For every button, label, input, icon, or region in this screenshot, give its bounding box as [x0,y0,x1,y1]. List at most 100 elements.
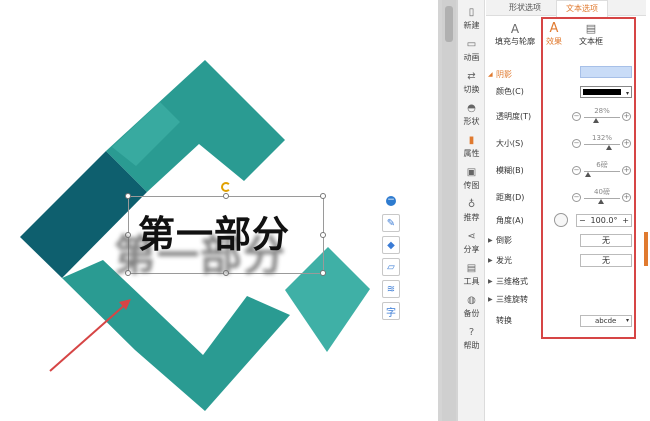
glow-row[interactable]: ▶ 发光 无 [488,254,640,268]
3d-rotation-label: 三维旋转 [496,295,528,304]
properties-icon: ▮ [468,135,475,146]
text-fill-icon: A [510,22,520,36]
strip-item-transition[interactable]: ⇄ 切换 [458,68,485,102]
distance-slider[interactable]: − 40磅 + [572,188,632,204]
strip-label: 帮助 [463,341,480,350]
recommend-icon: ♁ [467,199,476,210]
3d-format-label: 三维格式 [496,277,528,286]
reflection-preset-button[interactable]: 无 [580,234,632,247]
strip-item-properties[interactable]: ▮ 属性 [458,132,485,166]
text-wrap-icon[interactable]: 字 [382,302,400,320]
outline-pen-icon[interactable]: ▱ [382,258,400,276]
resize-handle-br[interactable] [320,270,326,276]
slide[interactable]: 第一部分 第一部分 − ✎ ◆ ▱ ≋ 字 [0,0,438,421]
transform-dropdown[interactable]: abcde ▾ [580,315,632,327]
layers-icon[interactable]: ≋ [382,280,400,298]
subtab-effect[interactable]: A 效果 [543,22,565,47]
edit-shape-icon[interactable]: ✎ [382,214,400,232]
slide-title-text[interactable]: 第一部分 [138,204,290,258]
increase-icon[interactable]: + [622,139,631,148]
increase-icon[interactable]: + [622,193,631,202]
panel-tab-bar: 形状选项 文本选项 [486,0,646,17]
new-file-icon: ▯ [468,7,475,18]
shadow-color-picker[interactable]: ▾ [580,86,632,98]
blur-value: 6磅 [596,161,608,169]
shadow-color-label: 颜色(C) [496,87,524,96]
angle-dial-icon[interactable] [554,213,568,227]
strip-label: 属性 [463,149,480,158]
transparency-value: 28% [594,107,610,115]
strip-item-help[interactable]: ? 帮助 [458,324,485,358]
angle-spinner[interactable]: − 100.0° + [576,214,632,227]
glow-label: 发光 [496,256,512,265]
rotate-handle-icon[interactable] [221,182,231,192]
angle-increase-icon[interactable]: + [622,214,629,228]
vertical-scrollbar[interactable] [442,0,456,421]
increase-icon[interactable]: + [622,112,631,121]
chevron-down-icon: ▾ [625,317,629,324]
3d-format-row[interactable]: ▶ 三维格式 [488,275,640,289]
tab-text-options[interactable]: 文本选项 [556,0,608,17]
glow-preset-button[interactable]: 无 [580,254,632,267]
size-row: 大小(S) − 132% + [490,134,640,151]
tab-shape-options[interactable]: 形状选项 [500,0,550,16]
transform-value: abcde [595,317,617,325]
fill-outline-button[interactable]: A 填充与轮廓 [490,22,540,47]
distance-row: 距离(D) − 40磅 + [490,188,640,205]
shadow-section-label: 阴影 [496,70,512,79]
blur-slider[interactable]: − 6磅 + [572,161,632,177]
resize-handle-tm[interactable] [223,193,229,199]
strip-item-tools[interactable]: ▤ 工具 [458,260,485,294]
collapse-arrow-icon: ▶ [488,237,493,244]
subtab-textbox-label: 文本框 [579,37,603,46]
task-pane-strip: ▯ 新建 ▭ 动画 ⇄ 切换 ◓ 形状 ▮ 属性 ▣ 传图 ♁ 推荐 ⋖ 分享 ▤ 工具 ◍ 备份 … [458,0,485,421]
angle-decrease-icon[interactable]: − [579,214,586,228]
fill-bucket-icon[interactable]: ◆ [382,236,400,254]
decrease-icon[interactable]: − [572,139,581,148]
decrease-icon[interactable]: − [572,193,581,202]
collapse-arrow-icon: ▶ [488,257,493,264]
transition-icon: ⇄ [467,71,476,82]
slider-thumb[interactable] [606,145,612,150]
collapse-arrow-icon: ▶ [488,296,493,303]
increase-icon[interactable]: + [622,166,631,175]
shadow-preset-dropdown[interactable] [580,66,632,78]
strip-label: 形状 [463,117,480,126]
decrease-icon[interactable]: − [572,166,581,175]
resize-handle-tl[interactable] [125,193,131,199]
resize-handle-tr[interactable] [320,193,326,199]
shadow-section-header[interactable]: ◢ 阴影 [488,66,640,82]
3d-rotation-row[interactable]: ▶ 三维旋转 [488,293,640,307]
slide-canvas-area[interactable]: 第一部分 第一部分 − ✎ ◆ ▱ ≋ 字 [0,0,458,421]
chevron-down-icon: ▾ [625,90,629,97]
decrease-icon[interactable]: − [572,112,581,121]
transparency-slider[interactable]: − 28% + [572,107,632,123]
size-value: 132% [591,134,612,142]
strip-item-shapes[interactable]: ◓ 形状 [458,100,485,134]
fill-outline-label: 填充与轮廓 [495,37,535,46]
strip-item-recommend[interactable]: ♁ 推荐 [458,196,485,230]
distance-value: 40磅 [594,188,610,196]
panel-edge-marker [644,232,648,266]
slider-thumb[interactable] [585,172,591,177]
toolbox-icon: ▤ [466,263,477,274]
shadow-color-row: 颜色(C) ▾ [490,85,640,99]
size-slider[interactable]: − 132% + [572,134,632,150]
strip-item-backup[interactable]: ◍ 备份 [458,292,485,326]
slider-thumb[interactable] [598,199,604,204]
scrollbar-thumb[interactable] [445,6,453,42]
subtab-textbox[interactable]: ▤ 文本框 [576,22,606,47]
slider-thumb[interactable] [593,118,599,123]
strip-item-picture[interactable]: ▣ 传图 [458,164,485,198]
annotation-arrow [49,302,128,372]
strip-item-share[interactable]: ⋖ 分享 [458,228,485,262]
subtab-effect-label: 效果 [546,37,562,46]
strip-item-animation[interactable]: ▭ 动画 [458,36,485,70]
shapes-icon: ◓ [467,103,476,114]
angle-value[interactable]: 100.0° [589,214,619,228]
collapse-toolbar-icon[interactable]: − [386,196,396,206]
size-label: 大小(S) [496,139,524,148]
reflection-row[interactable]: ▶ 倒影 无 [488,234,640,248]
resize-handle-mr[interactable] [320,232,326,238]
strip-item-new[interactable]: ▯ 新建 [458,4,485,38]
